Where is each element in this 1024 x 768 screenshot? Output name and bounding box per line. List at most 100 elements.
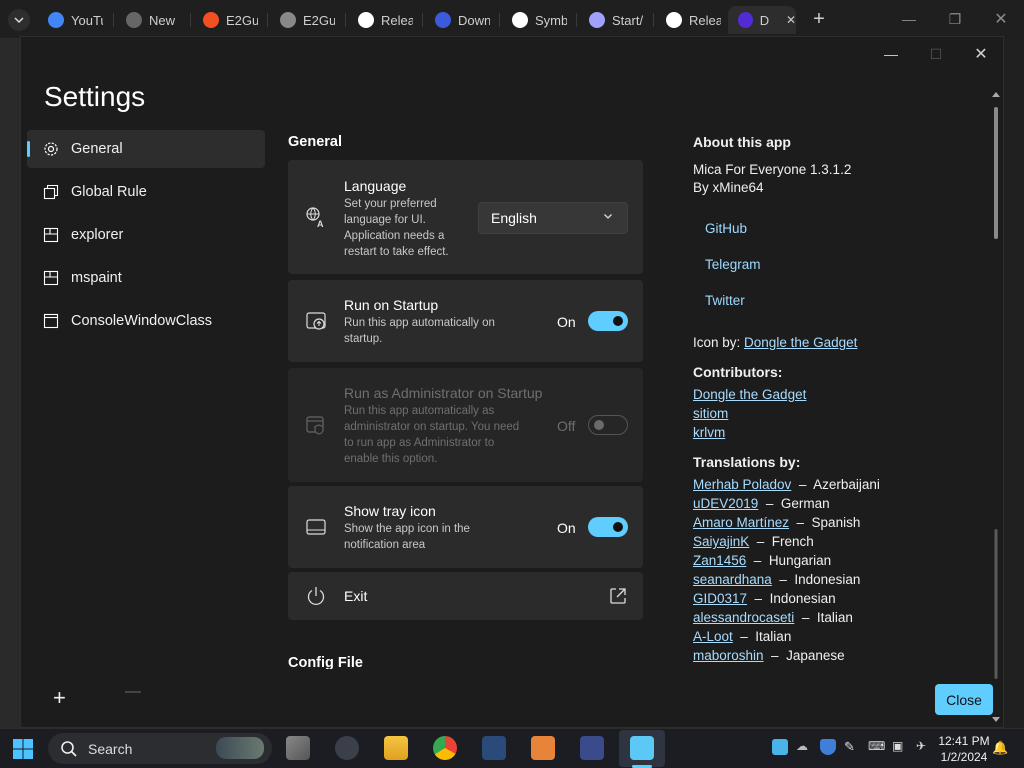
task-view-icon[interactable] (286, 736, 310, 760)
browser-tab[interactable]: Symb (502, 6, 576, 34)
translator-link[interactable]: A-Loot (693, 629, 733, 644)
browser-tab[interactable]: YouTu (38, 6, 112, 34)
nav-item-explorer[interactable]: explorer (27, 216, 265, 254)
admin-state-label: Off (557, 418, 576, 434)
tray-app-icon[interactable] (772, 739, 788, 755)
paint-icon[interactable] (482, 736, 506, 760)
browser-tab[interactable]: E2Gu (193, 6, 267, 34)
widgets-icon[interactable] (335, 736, 359, 760)
translation-row: alessandrocaseti – Italian (693, 610, 853, 625)
translator-link[interactable]: alessandrocaseti (693, 610, 794, 625)
nav-item-global-rule[interactable]: Global Rule (27, 173, 265, 211)
mica-app-icon[interactable] (630, 736, 654, 760)
notification-bell-icon[interactable]: 🔔 (992, 740, 1008, 756)
translator-link[interactable]: Zan1456 (693, 553, 746, 568)
tray-toggle[interactable] (588, 517, 628, 537)
separator-dash: – (791, 477, 814, 492)
minimize-icon[interactable]: — (876, 41, 906, 67)
nav-item-consolewindowclass[interactable]: ConsoleWindowClass (27, 302, 265, 340)
keyboard-icon[interactable]: ⌨ (868, 739, 885, 755)
clock-date: 1/2/2024 (940, 750, 988, 764)
language-icon: A (306, 207, 324, 228)
browser-tab-label: Start/ (612, 12, 644, 28)
translator-link[interactable]: Amaro Martínez (693, 515, 789, 530)
separator-dash: – (789, 515, 812, 530)
power-icon (307, 587, 325, 605)
cloud-off-icon[interactable]: ☁ (796, 739, 812, 755)
translation-language: Italian (816, 610, 853, 625)
pen-icon[interactable]: ✎ (844, 739, 860, 755)
startup-card: Run on Startup Run this app automaticall… (288, 280, 643, 362)
translator-link[interactable]: seanardhana (693, 572, 772, 587)
gear-icon (44, 142, 58, 156)
browser-minimize-icon[interactable]: — (898, 8, 920, 30)
close-button[interactable]: Close (935, 684, 993, 715)
contributor-link[interactable]: krlvm (693, 425, 725, 440)
tab-search-icon[interactable] (8, 9, 30, 31)
admin-toggle (588, 415, 628, 435)
separator-dash: – (732, 629, 756, 644)
tab-close-icon[interactable]: ✕ (786, 13, 796, 27)
translation-language: Azerbaijani (813, 477, 880, 492)
translation-row: Merhab Poladov – Azerbaijani (693, 477, 880, 492)
nav-item-general[interactable]: General (27, 130, 265, 168)
browser-close-icon[interactable]: ✕ (990, 8, 1012, 30)
about-title: About this app (693, 134, 791, 150)
v-icon (435, 12, 451, 28)
translator-link[interactable]: uDEV2019 (693, 496, 758, 511)
browser-restore-icon[interactable]: ❐ (944, 8, 966, 30)
search-highlight-icon (216, 737, 264, 759)
shield-icon[interactable] (820, 739, 836, 755)
tray-card: Show tray icon Show the app icon in the … (288, 486, 643, 568)
translation-language: French (771, 534, 814, 549)
browser-tab[interactable]: Down (425, 6, 499, 34)
separator-dash: – (794, 610, 817, 625)
scrollbar[interactable] (989, 89, 1003, 729)
browser-tab-label: E2Gu (226, 12, 258, 28)
maximize-icon: ☐ (929, 45, 943, 62)
chevron-down-icon (603, 211, 613, 224)
browser-tab[interactable]: Start/ (579, 6, 653, 34)
search-placeholder: Search (88, 740, 133, 757)
kde-app-icon[interactable] (580, 736, 604, 760)
file-explorer-icon[interactable] (384, 736, 408, 760)
github-icon (666, 12, 682, 28)
search-icon (61, 740, 77, 757)
media-player-icon[interactable] (531, 736, 555, 760)
display-icon[interactable]: ▣ (892, 739, 908, 755)
translation-row: maboroshin – Japanese (693, 648, 845, 663)
translator-link[interactable]: SaiyajinK (693, 534, 749, 549)
new-tab-icon[interactable]: + (808, 8, 830, 30)
icon-author-link[interactable]: Dongle the Gadget (744, 335, 857, 350)
startup-toggle[interactable] (588, 311, 628, 331)
chrome-icon[interactable] (433, 736, 457, 760)
browser-tab[interactable]: D ✕ (728, 6, 796, 34)
translator-link[interactable]: GID0317 (693, 591, 747, 606)
browser-tab-strip: YouTu New E2Gu E2Gu Relea Down Symb Start/Relea… (0, 0, 1024, 38)
taskbar-search[interactable]: Search (48, 733, 272, 764)
translator-link[interactable]: maboroshin (693, 648, 764, 663)
close-icon[interactable]: ✕ (966, 41, 996, 67)
network-off-icon[interactable]: ✈ (916, 739, 932, 755)
start-icon[interactable] (12, 738, 34, 760)
contributor-link[interactable]: sitiom (693, 406, 728, 421)
browser-tab[interactable]: New (116, 6, 190, 34)
language-dropdown[interactable]: English (478, 202, 628, 234)
translation-language: Indonesian (794, 572, 861, 587)
translation-language: German (780, 496, 830, 511)
translation-row: A-Loot – Italian (693, 629, 791, 644)
exit-button[interactable]: Exit (288, 572, 643, 620)
browser-tab[interactable]: E2Gu (270, 6, 344, 34)
twitter-link[interactable]: Twitter (705, 293, 745, 308)
admin-startup-card: Run as Administrator on Startup Run this… (288, 368, 643, 482)
contributor-link[interactable]: Dongle the Gadget (693, 387, 806, 402)
browser-tab[interactable]: Relea (656, 6, 730, 34)
telegram-link[interactable]: Telegram (705, 257, 761, 272)
translator-link[interactable]: Merhab Poladov (693, 477, 791, 492)
github-link[interactable]: GitHub (705, 221, 747, 236)
translation-row: uDEV2019 – German (693, 496, 830, 511)
clock[interactable]: 12:41 PM 1/2/2024 (934, 733, 994, 765)
add-rule-icon[interactable]: + (53, 685, 66, 711)
nav-item-mspaint[interactable]: mspaint (27, 259, 265, 297)
browser-tab[interactable]: Relea (348, 6, 422, 34)
